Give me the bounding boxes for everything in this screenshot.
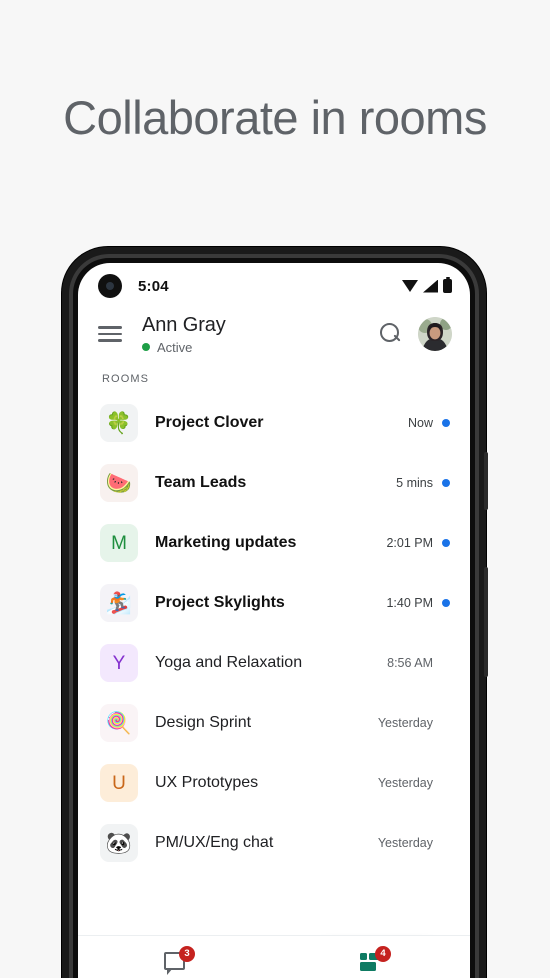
chat-bubble-icon: 3 (161, 945, 195, 975)
rooms-badge: 4 (375, 945, 391, 962)
signal-icon (423, 279, 438, 293)
room-name: UX Prototypes (155, 774, 259, 791)
phone-screen: 5:04 Ann Gray Active ROOMS 🍀 Project Clo… (78, 263, 470, 978)
bottom-navigation: 3 Chat 4 Rooms (78, 935, 470, 978)
phone-bezel-outer: 5:04 Ann Gray Active ROOMS 🍀 Project Clo… (69, 254, 479, 978)
room-row[interactable]: 🏂 Project Skylights 1:40 PM (78, 573, 470, 633)
room-name: Yoga and Relaxation (155, 654, 303, 671)
watermelon-emoji: 🍉 (100, 464, 138, 502)
presence-label: Active (157, 339, 193, 355)
promo-screen: Collaborate in rooms 5:04 Ann Gray Activ… (0, 0, 550, 978)
room-meta: 1:40 PM (386, 596, 450, 610)
room-time: 2:01 PM (386, 536, 433, 550)
presence-dot-icon (142, 343, 150, 351)
nav-item-chat[interactable]: 3 Chat (78, 936, 274, 978)
header-title-block: Ann Gray Active (142, 314, 380, 355)
room-meta: 5 mins (396, 476, 450, 490)
room-meta: Yesterday (378, 716, 450, 730)
room-meta: Yesterday (378, 776, 450, 790)
battery-icon (443, 276, 452, 293)
room-row[interactable]: 🍀 Project Clover Now (78, 393, 470, 453)
room-row[interactable]: U UX Prototypes Yesterday (78, 753, 470, 813)
wifi-icon (402, 280, 418, 292)
room-meta: Now (408, 416, 450, 430)
letter-u-avatar: U (100, 764, 138, 802)
clover-emoji: 🍀 (100, 404, 138, 442)
room-time: 5 mins (396, 476, 433, 490)
room-time: Now (407, 416, 433, 430)
room-time: 1:40 PM (386, 596, 433, 610)
room-row[interactable]: M Marketing updates 2:01 PM (78, 513, 470, 573)
app-header: Ann Gray Active (78, 309, 470, 365)
room-row[interactable]: 🍉 Team Leads 5 mins (78, 453, 470, 513)
room-row[interactable]: Y Yoga and Relaxation 8:56 AM (78, 633, 470, 693)
rooms-list: 🍀 Project Clover Now 🍉 Team Leads 5 mins M Mark… (78, 393, 470, 873)
room-meta: 8:56 AM (387, 656, 450, 670)
front-camera-punch-hole (98, 274, 122, 298)
room-time: Yesterday (377, 716, 433, 730)
room-row[interactable]: 🐼 PM/UX/Eng chat Yesterday (78, 813, 470, 873)
lollipop-emoji: 🍭 (100, 704, 138, 742)
unread-dot-icon (442, 539, 450, 547)
hamburger-menu-icon[interactable] (98, 322, 122, 346)
letter-m-avatar: M (100, 524, 138, 562)
status-time: 5:04 (138, 277, 169, 295)
presence-row[interactable]: Active (142, 340, 380, 355)
phone-device-frame: 5:04 Ann Gray Active ROOMS 🍀 Project Clo… (62, 247, 488, 978)
unread-dot-icon (442, 599, 450, 607)
room-time: Yesterday (377, 776, 433, 790)
account-name: Ann Gray (142, 313, 226, 336)
search-icon[interactable] (380, 323, 402, 345)
room-name: Team Leads (155, 474, 247, 491)
room-name: Marketing updates (155, 534, 297, 551)
page-title: Collaborate in rooms (63, 91, 487, 144)
rooms-grid-icon: 4 (357, 945, 391, 975)
room-time: Yesterday (377, 836, 433, 850)
power-button[interactable] (484, 452, 488, 510)
nav-item-rooms[interactable]: 4 Rooms (274, 936, 470, 978)
phone-bezel-inner: 5:04 Ann Gray Active ROOMS 🍀 Project Clo… (73, 258, 475, 978)
status-icons (402, 276, 452, 293)
chat-badge: 3 (179, 945, 195, 962)
volume-button[interactable] (484, 567, 488, 677)
room-meta: 2:01 PM (386, 536, 450, 550)
status-bar: 5:04 (78, 263, 470, 309)
panda-emoji: 🐼 (100, 824, 138, 862)
room-meta: Yesterday (378, 836, 450, 850)
section-label-rooms: ROOMS (102, 373, 150, 385)
unread-dot-icon (442, 419, 450, 427)
snowboarder-emoji: 🏂 (100, 584, 138, 622)
unread-dot-icon (442, 479, 450, 487)
room-name: Design Sprint (155, 714, 252, 731)
avatar-photo-image (418, 317, 452, 351)
room-time: 8:56 AM (387, 656, 433, 670)
avatar[interactable] (418, 317, 452, 351)
letter-y-avatar: Y (100, 644, 138, 682)
room-name: Project Clover (155, 414, 264, 431)
room-name: PM/UX/Eng chat (155, 834, 274, 851)
room-name: Project Skylights (155, 594, 285, 611)
room-row[interactable]: 🍭 Design Sprint Yesterday (78, 693, 470, 753)
